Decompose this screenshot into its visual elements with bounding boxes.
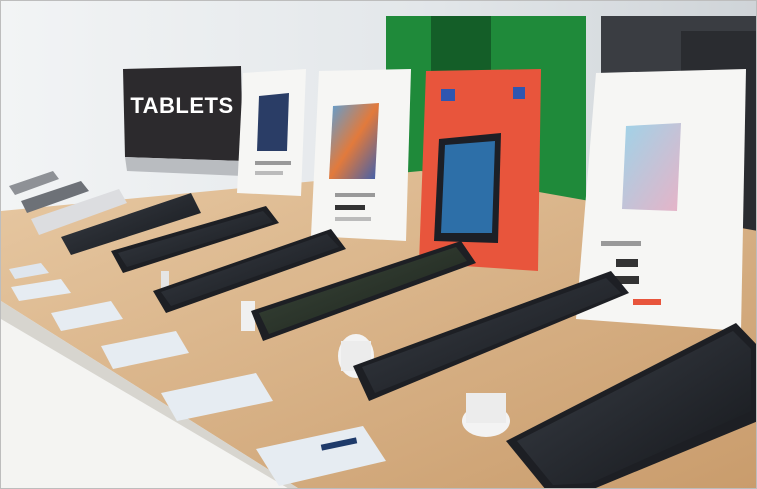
spec-card-3-red (419, 69, 541, 271)
tablets-sign: TABLETS (123, 66, 243, 176)
spec-card-2 (311, 69, 411, 241)
tablet-store-photo: TABLETS (1, 1, 756, 488)
spec-card-1 (237, 69, 306, 196)
tablets-sign-label: TABLETS (130, 93, 233, 118)
photo-frame: TABLETS (0, 0, 757, 489)
